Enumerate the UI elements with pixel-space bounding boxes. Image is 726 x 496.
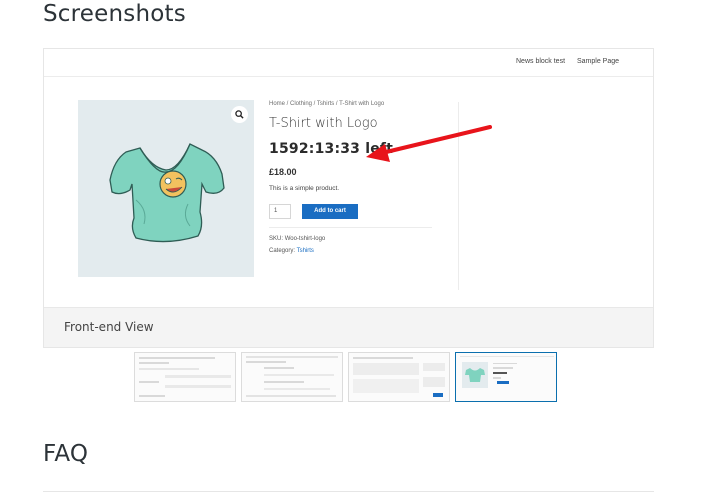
faq-divider [43,491,654,492]
screenshots-heading: Screenshots [43,1,186,27]
caption-text: Front-end View [64,320,154,334]
thumbnail-3[interactable] [348,352,450,402]
thumbnail-4[interactable] [455,352,557,402]
annotation-arrow [366,125,492,162]
screenshot-caption: Front-end View [44,307,653,347]
thumbnail-2[interactable] [241,352,343,402]
thumbnail-1[interactable] [134,352,236,402]
thumbnail-tshirt-icon [465,368,485,382]
screenshot-viewer[interactable]: News block test Sample Page Home / Cloth… [43,48,654,348]
faq-heading: FAQ [43,441,89,467]
